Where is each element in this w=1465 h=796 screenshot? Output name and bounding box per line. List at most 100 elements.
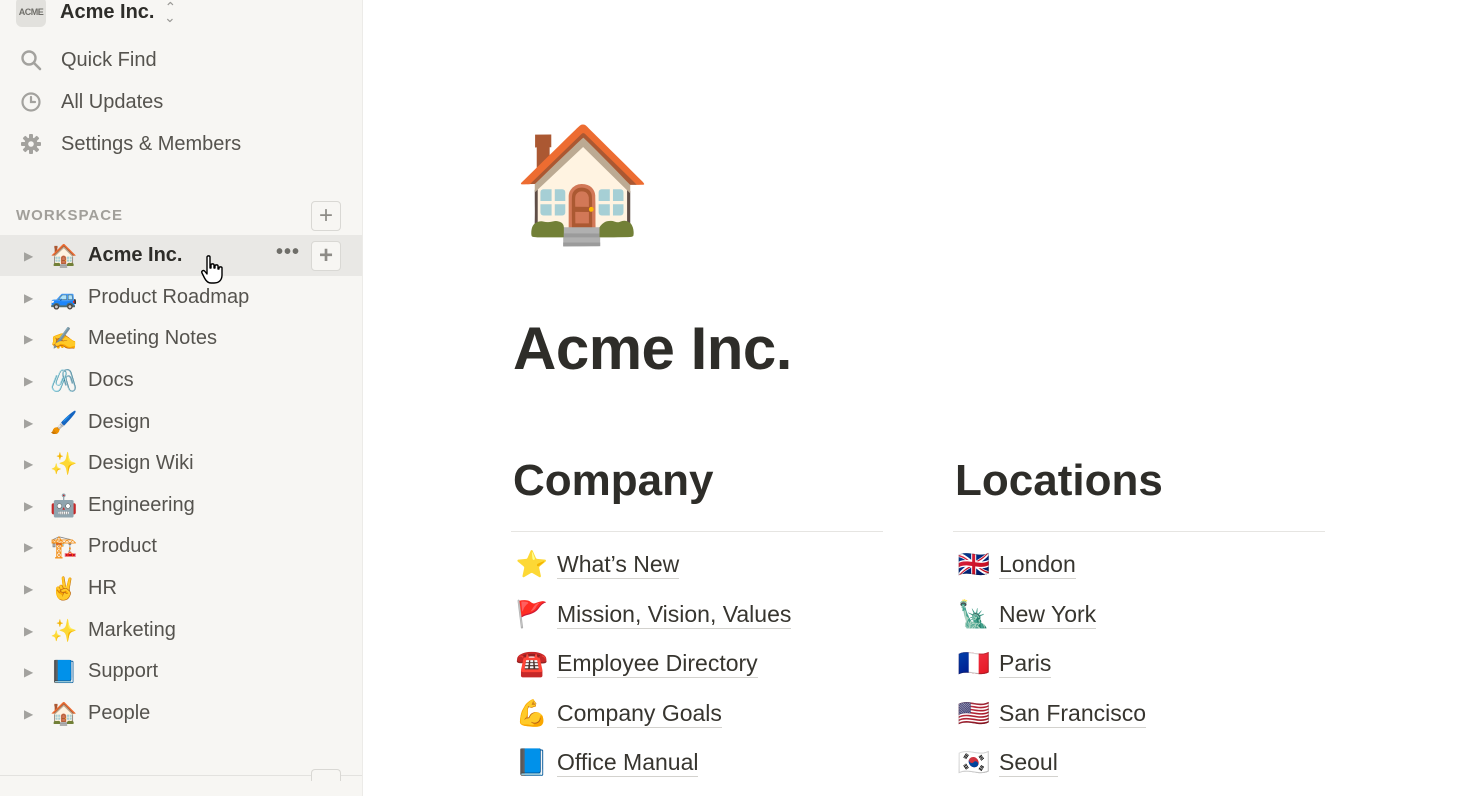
quick-find-label: Quick Find [61,48,157,71]
pointer-hand-cursor [200,255,226,292]
search-icon [18,47,44,73]
sidebar-page-product-roadmap[interactable]: ▶ 🚙 Product Roadmap [0,277,362,318]
sidebar-page-acme-inc[interactable]: ▶ 🏠 Acme Inc. ••• + [0,235,362,276]
sidebar-page-label: Meeting Notes [88,327,217,349]
sidebar-page-meeting-notes[interactable]: ▶ ✍️ Meeting Notes [0,318,362,359]
expand-triangle-icon[interactable]: ▶ [24,540,36,554]
expand-triangle-icon[interactable]: ▶ [24,499,36,513]
company-heading: Company [513,456,714,505]
add-page-button[interactable]: + [311,201,341,231]
chevron-updown-icon: ⌃ ⌃ [164,0,177,25]
south-korea-flag-icon: 🇰🇷 [957,747,991,777]
sparkles-icon: ✨ [50,617,78,643]
sidebar-page-design[interactable]: ▶ 🖌️ Design [0,402,362,443]
sidebar-page-label: Support [88,660,159,682]
settings-members-label: Settings & Members [61,132,242,155]
quick-find-button[interactable]: Quick Find [18,43,157,77]
locations-divider [953,531,1325,532]
link-label[interactable]: Company Goals [557,699,722,728]
blue-book-icon: 📘 [515,747,549,777]
page-content: 🏠 Acme Inc. Company ⭐ What’s New 🚩 Missi… [363,0,1465,796]
link-label[interactable]: What’s New [557,550,680,579]
link-seoul[interactable]: 🇰🇷 Seoul [953,748,1325,796]
car-icon: 🚙 [50,284,78,310]
paperclip-icon: 🖇️ [50,367,78,393]
link-san-francisco[interactable]: 🇺🇸 San Francisco [953,699,1325,749]
sidebar-page-label: Design Wiki [88,452,194,474]
link-label[interactable]: London [999,550,1076,579]
sidebar-page-label: Engineering [88,494,195,516]
robot-icon: 🤖 [50,492,78,518]
link-label[interactable]: San Francisco [999,699,1147,728]
sidebar-page-label: Design [88,411,151,433]
sidebar: ACME Acme Inc. ⌃ ⌃ Quick Find All Updates… [0,0,363,796]
expand-triangle-icon[interactable]: ▶ [24,707,36,721]
expand-triangle-icon[interactable]: ▶ [24,665,36,679]
link-label[interactable]: Seoul [999,748,1058,777]
expand-triangle-icon[interactable]: ▶ [24,624,36,638]
expand-triangle-icon[interactable]: ▶ [24,374,36,388]
france-flag-icon: 🇫🇷 [957,648,991,678]
construction-icon: 🏗️ [50,533,78,559]
writing-hand-icon: ✍️ [50,325,78,351]
add-subpage-button[interactable]: + [311,241,341,271]
page-house-icon[interactable]: 🏠 [513,128,652,240]
expand-triangle-icon[interactable]: ▶ [24,249,36,263]
statue-of-liberty-icon: 🗽 [957,598,991,629]
gear-icon [18,131,44,157]
link-whats-new[interactable]: ⭐ What’s New [511,550,883,600]
expand-triangle-icon[interactable]: ▶ [24,582,36,596]
workspace-name: Acme Inc. [60,0,155,23]
sidebar-footer-button[interactable] [311,769,341,781]
sidebar-page-engineering[interactable]: ▶ 🤖 Engineering [0,485,362,526]
paintbrush-icon: 🖌️ [50,409,78,435]
link-employee-directory[interactable]: ☎️ Employee Directory [511,649,883,699]
us-flag-icon: 🇺🇸 [957,697,991,728]
sidebar-page-label: Product [88,535,157,557]
sidebar-footer-divider [0,775,362,776]
link-london[interactable]: 🇬🇧 London [953,550,1325,600]
all-updates-label: All Updates [61,90,164,113]
link-company-goals[interactable]: 💪 Company Goals [511,699,883,749]
expand-triangle-icon[interactable]: ▶ [24,332,36,346]
sidebar-page-docs[interactable]: ▶ 🖇️ Docs [0,360,362,401]
link-label[interactable]: Mission, Vision, Values [557,600,792,629]
blue-book-icon: 📘 [50,658,78,684]
settings-members-button[interactable]: Settings & Members [18,127,241,161]
sidebar-page-design-wiki[interactable]: ▶ ✨ Design Wiki [0,443,362,484]
expand-triangle-icon[interactable]: ▶ [24,457,36,471]
link-label[interactable]: Employee Directory [557,649,758,678]
expand-triangle-icon[interactable]: ▶ [24,291,36,305]
workspace-logo: ACME [16,0,46,27]
house-icon: 🏠 [50,242,78,268]
link-office-manual[interactable]: 📘 Office Manual [511,748,883,796]
link-new-york[interactable]: 🗽 New York [953,600,1325,650]
uk-flag-icon: 🇬🇧 [957,549,991,579]
sidebar-page-support[interactable]: ▶ 📘 Support [0,651,362,692]
sidebar-page-label: Marketing [88,619,176,641]
link-paris[interactable]: 🇫🇷 Paris [953,649,1325,699]
link-label[interactable]: Paris [999,649,1052,678]
page-title[interactable]: Acme Inc. [513,314,792,383]
victory-hand-icon: ✌️ [50,575,78,601]
locations-heading: Locations [955,456,1163,505]
flexed-biceps-icon: 💪 [515,697,549,728]
company-column: Company ⭐ What’s New 🚩 Mission, Vision, … [511,455,883,796]
more-options-button[interactable]: ••• [276,241,300,264]
link-mission-vision-values[interactable]: 🚩 Mission, Vision, Values [511,600,883,650]
company-divider [511,531,883,532]
workspace-section-label: WORKSPACE [16,207,124,224]
sidebar-page-label: People [88,702,151,724]
house-icon: 🏠 [50,700,78,726]
all-updates-button[interactable]: All Updates [18,85,163,119]
sidebar-page-label: Docs [88,369,134,391]
workspace-switcher[interactable]: ACME Acme Inc. ⌃ ⌃ [16,0,176,30]
sidebar-page-hr[interactable]: ▶ ✌️ HR [0,568,362,609]
link-label[interactable]: Office Manual [557,748,699,777]
sidebar-page-people[interactable]: ▶ 🏠 People [0,693,362,734]
sidebar-page-product[interactable]: ▶ 🏗️ Product [0,526,362,567]
expand-triangle-icon[interactable]: ▶ [24,416,36,430]
sidebar-page-marketing[interactable]: ▶ ✨ Marketing [0,610,362,651]
sparkles-icon: ✨ [50,450,78,476]
link-label[interactable]: New York [999,600,1097,629]
